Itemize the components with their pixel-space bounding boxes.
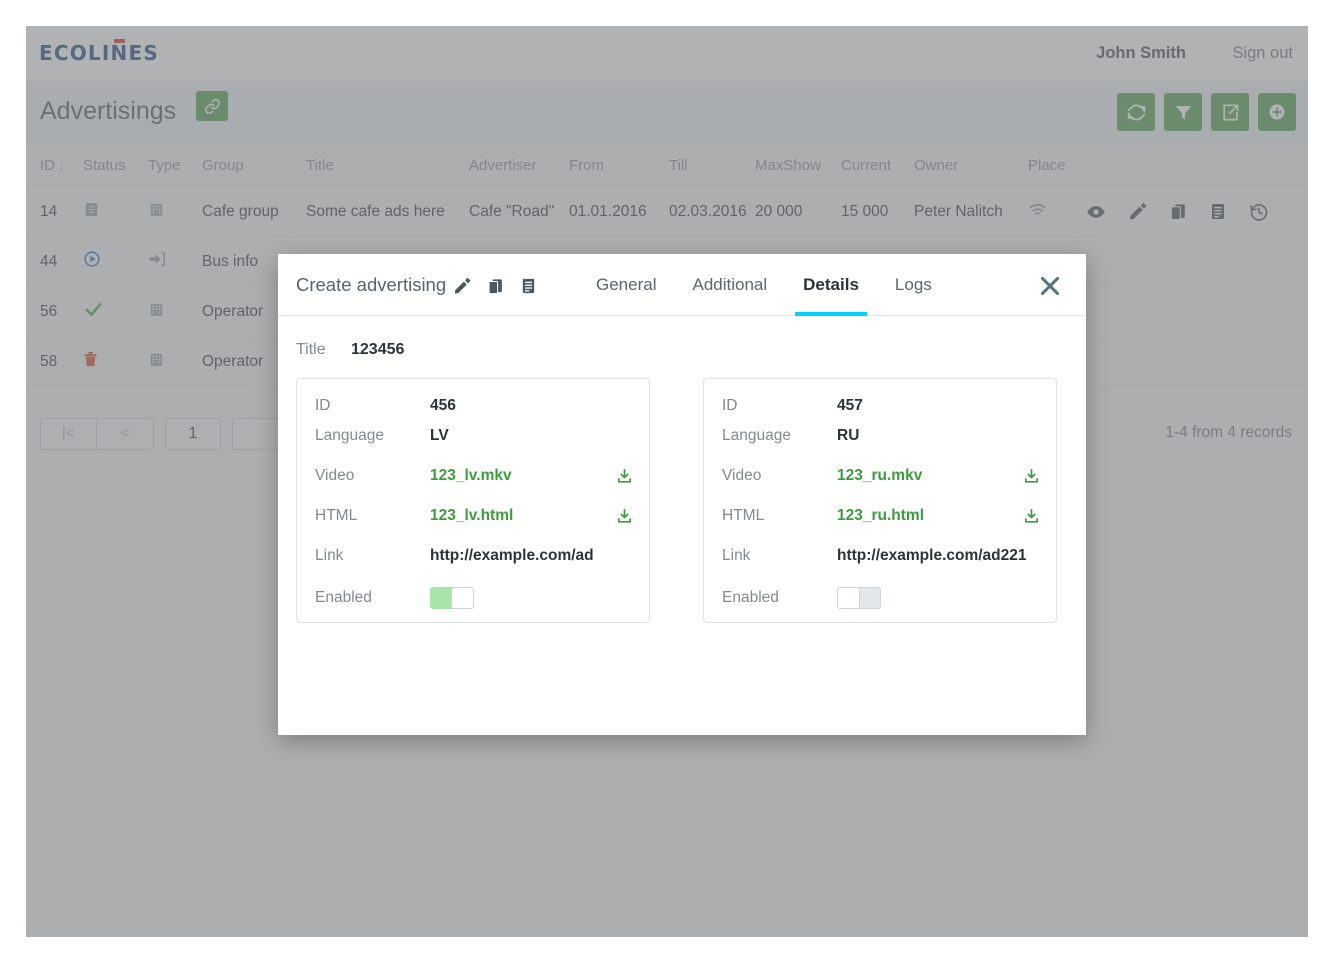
language-value: LV — [430, 427, 449, 444]
edit-button[interactable] — [453, 277, 471, 295]
title-label: Title — [296, 341, 326, 358]
document-icon — [522, 278, 535, 294]
id-value: 457 — [837, 397, 863, 414]
title-value: 123456 — [351, 341, 405, 358]
close-button[interactable] — [1036, 272, 1064, 300]
copy-button[interactable] — [487, 278, 504, 295]
detail-row-html: HTML 123_ru.html — [722, 507, 1042, 525]
download-icon — [617, 468, 632, 483]
toggle-knob — [837, 587, 860, 609]
edit-icon — [454, 277, 471, 294]
modal-header: Create advertising General Additional De… — [278, 254, 1086, 316]
detail-row-id: ID 456 — [315, 397, 635, 415]
copy-icon — [488, 278, 502, 294]
video-file-link[interactable]: 123_lv.mkv — [430, 467, 616, 485]
id-label: ID — [722, 397, 738, 414]
language-label: Language — [722, 427, 791, 444]
modal-title: Create advertising — [296, 274, 447, 295]
enabled-toggle[interactable] — [430, 587, 474, 609]
enabled-label: Enabled — [722, 589, 779, 606]
html-download-button[interactable] — [1023, 508, 1040, 525]
document-button[interactable] — [520, 277, 537, 295]
language-label: Language — [315, 427, 384, 444]
language-value: RU — [837, 427, 860, 444]
video-download-button[interactable] — [616, 468, 633, 485]
download-icon — [617, 508, 632, 523]
video-label: Video — [315, 467, 355, 484]
id-label: ID — [315, 397, 331, 414]
tab-logs[interactable]: Logs — [877, 254, 950, 316]
html-label: HTML — [722, 507, 765, 524]
video-download-button[interactable] — [1023, 468, 1040, 485]
link-label: Link — [315, 547, 344, 564]
modal-tab-bar: General Additional Details Logs — [578, 254, 950, 316]
id-value: 456 — [430, 397, 456, 414]
detail-row-language: Language LV — [315, 427, 635, 445]
detail-row-language: Language RU — [722, 427, 1042, 445]
video-label: Video — [722, 467, 762, 484]
modal-header-icon-group — [453, 277, 537, 295]
html-file-link[interactable]: 123_ru.html — [837, 507, 1023, 525]
detail-row-html: HTML 123_lv.html — [315, 507, 635, 525]
toggle-knob — [451, 587, 474, 609]
enabled-toggle[interactable] — [837, 587, 881, 609]
enabled-label: Enabled — [315, 589, 372, 606]
link-label: Link — [722, 547, 751, 564]
download-icon — [1024, 468, 1039, 483]
modal-body: Title 123456 ID 456 Language LV Video 12… — [278, 316, 1086, 623]
create-advertising-modal: Create advertising General Additional De… — [278, 254, 1086, 735]
advertising-title-row: Title 123456 — [296, 341, 404, 359]
tab-additional[interactable]: Additional — [674, 254, 785, 316]
detail-row-link: Link http://example.com/ad — [315, 547, 635, 565]
tab-details[interactable]: Details — [785, 254, 877, 316]
detail-row-id: ID 457 — [722, 397, 1042, 415]
link-value: http://example.com/ad221 — [837, 547, 1027, 564]
detail-row-video: Video 123_lv.mkv — [315, 467, 635, 485]
html-label: HTML — [315, 507, 358, 524]
download-icon — [1024, 508, 1039, 523]
html-download-button[interactable] — [616, 508, 633, 525]
detail-row-enabled: Enabled — [315, 587, 635, 609]
detail-card-lv: ID 456 Language LV Video 123_lv.mkv HTML… — [296, 378, 650, 623]
detail-card-ru: ID 457 Language RU Video 123_ru.mkv HTML… — [703, 378, 1057, 623]
tab-general[interactable]: General — [578, 254, 674, 316]
link-value: http://example.com/ad — [430, 547, 594, 564]
detail-row-link: Link http://example.com/ad221 — [722, 547, 1042, 565]
application-window: ECOLINES John Smith Sign out Advertising… — [26, 26, 1308, 937]
close-icon — [1040, 276, 1060, 296]
html-file-link[interactable]: 123_lv.html — [430, 507, 616, 525]
detail-row-video: Video 123_ru.mkv — [722, 467, 1042, 485]
video-file-link[interactable]: 123_ru.mkv — [837, 467, 1023, 485]
detail-row-enabled: Enabled — [722, 587, 1042, 609]
